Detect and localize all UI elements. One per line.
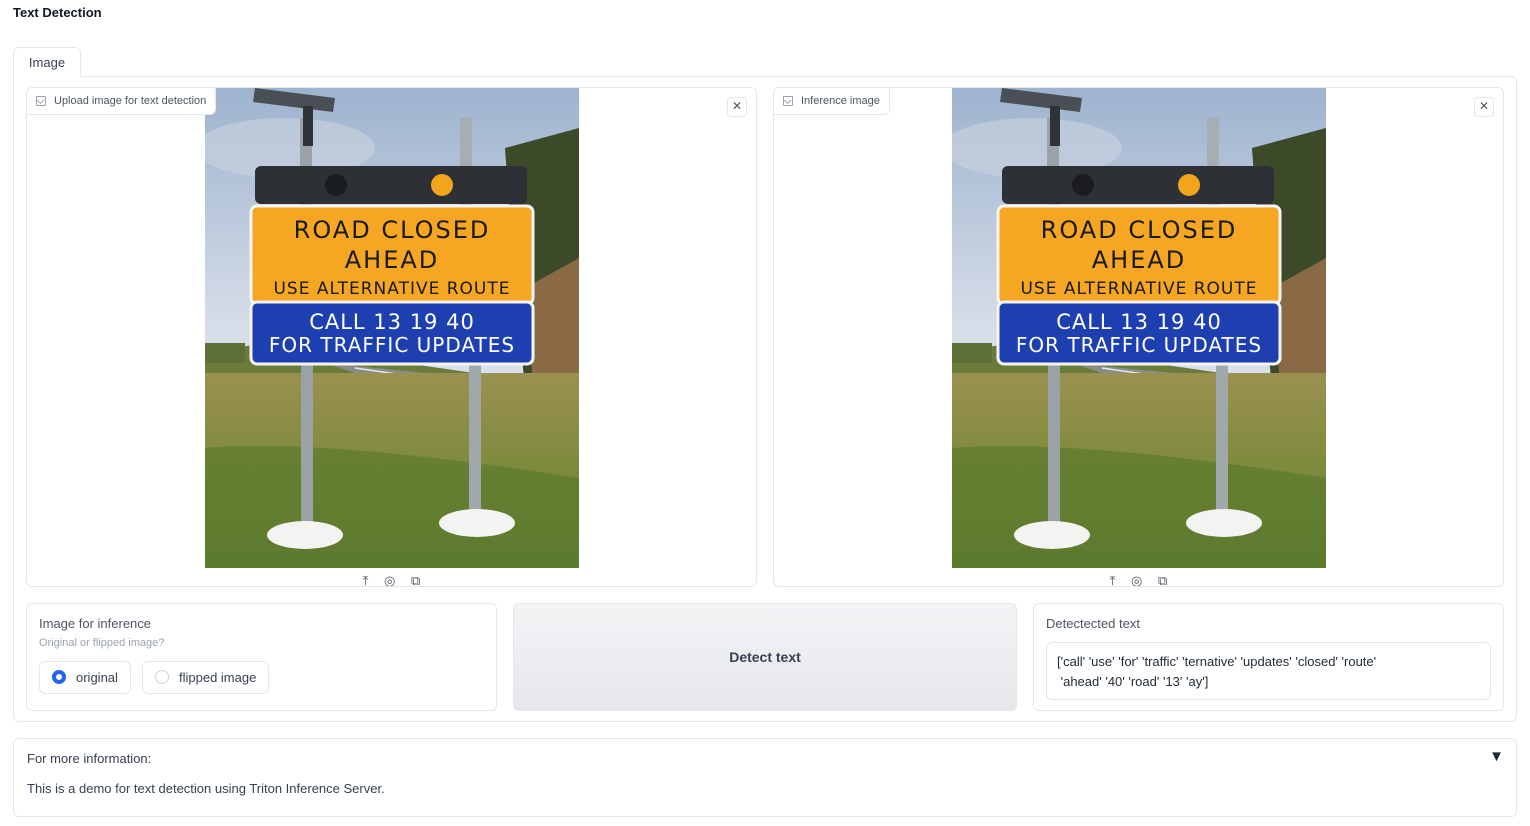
radio-flipped-image[interactable]: flipped image: [142, 661, 270, 694]
image-source-toolbar: ⤒ ◎ ⧉: [27, 568, 756, 586]
upload-icon[interactable]: ⤒: [1110, 568, 1116, 586]
inference-option-label: Image for inference: [39, 616, 152, 631]
sign-text-line-5: FOR TRAFFIC UPDATES: [269, 333, 515, 357]
inference-image-label: Inference image: [774, 88, 890, 115]
sign-text-line-2: AHEAD: [345, 246, 440, 274]
radio-original-label: original: [76, 670, 118, 685]
detected-text-output[interactable]: ['call' 'use' 'for' 'traffic' 'ternative…: [1046, 642, 1491, 700]
radio-dot[interactable]: [52, 670, 66, 684]
upload-image-label: Upload image for text detection: [27, 88, 217, 115]
image-icon: [36, 96, 46, 106]
clipboard-icon[interactable]: ⧉: [1158, 568, 1167, 586]
sign-text-line-2: AHEAD: [1092, 246, 1187, 274]
inference-option-group: Image for inference Original or flipped …: [26, 603, 497, 711]
radio-original[interactable]: original: [39, 661, 131, 694]
inference-image-label-text: Inference image: [801, 95, 880, 107]
sign-text-line-4: CALL 13 19 40: [309, 310, 475, 334]
image-icon: [783, 96, 793, 106]
sign-text-line-4: CALL 13 19 40: [1056, 310, 1222, 334]
upload-image-label-text: Upload image for text detection: [54, 95, 207, 107]
accordion-body: This is a demo for text detection using …: [27, 781, 385, 796]
radio-dot[interactable]: [155, 670, 169, 684]
sign-text-line-3: USE ALTERNATIVE ROUTE: [1020, 279, 1257, 299]
upload-icon[interactable]: ⤒: [363, 568, 369, 586]
detect-text-button[interactable]: Detect text: [513, 603, 1017, 711]
upload-image-box[interactable]: Upload image for text detection ✕ ROAD C…: [26, 87, 757, 587]
clipboard-icon[interactable]: ⧉: [411, 568, 420, 586]
inference-image: ROAD CLOSED AHEAD USE ALTERNATIVE ROUTE …: [952, 88, 1326, 568]
close-icon: ✕: [731, 99, 743, 113]
webcam-icon[interactable]: ◎: [1131, 568, 1142, 586]
inference-image-box: Inference image ✕ ROAD CLOSED AHEAD USE …: [773, 87, 1504, 587]
uploaded-image: ROAD CLOSED AHEAD USE ALTERNATIVE ROUTE …: [205, 88, 579, 568]
sign-text-line-1: ROAD CLOSED: [294, 216, 491, 244]
chevron-down-icon[interactable]: ▼: [1489, 748, 1504, 765]
accordion-title: For more information:: [27, 751, 152, 766]
info-accordion[interactable]: For more information: ▼ This is a demo f…: [13, 738, 1517, 817]
detected-text-label: Detectected text: [1046, 616, 1140, 631]
clear-upload-button[interactable]: ✕: [727, 97, 747, 117]
tab-image[interactable]: Image: [13, 47, 81, 77]
inference-option-info: Original or flipped image?: [39, 637, 165, 649]
clear-inference-button[interactable]: ✕: [1474, 97, 1494, 117]
radio-flipped-label: flipped image: [179, 670, 257, 685]
sign-text-line-1: ROAD CLOSED: [1041, 216, 1238, 244]
sign-text-line-5: FOR TRAFFIC UPDATES: [1016, 333, 1262, 357]
app-title: Text Detection: [13, 5, 102, 20]
sign-text-line-3: USE ALTERNATIVE ROUTE: [273, 279, 510, 299]
image-source-toolbar: ⤒ ◎ ⧉: [774, 568, 1503, 586]
webcam-icon[interactable]: ◎: [384, 568, 395, 586]
close-icon: ✕: [1478, 99, 1490, 113]
detected-text-group: Detectected text ['call' 'use' 'for' 'tr…: [1033, 603, 1504, 711]
